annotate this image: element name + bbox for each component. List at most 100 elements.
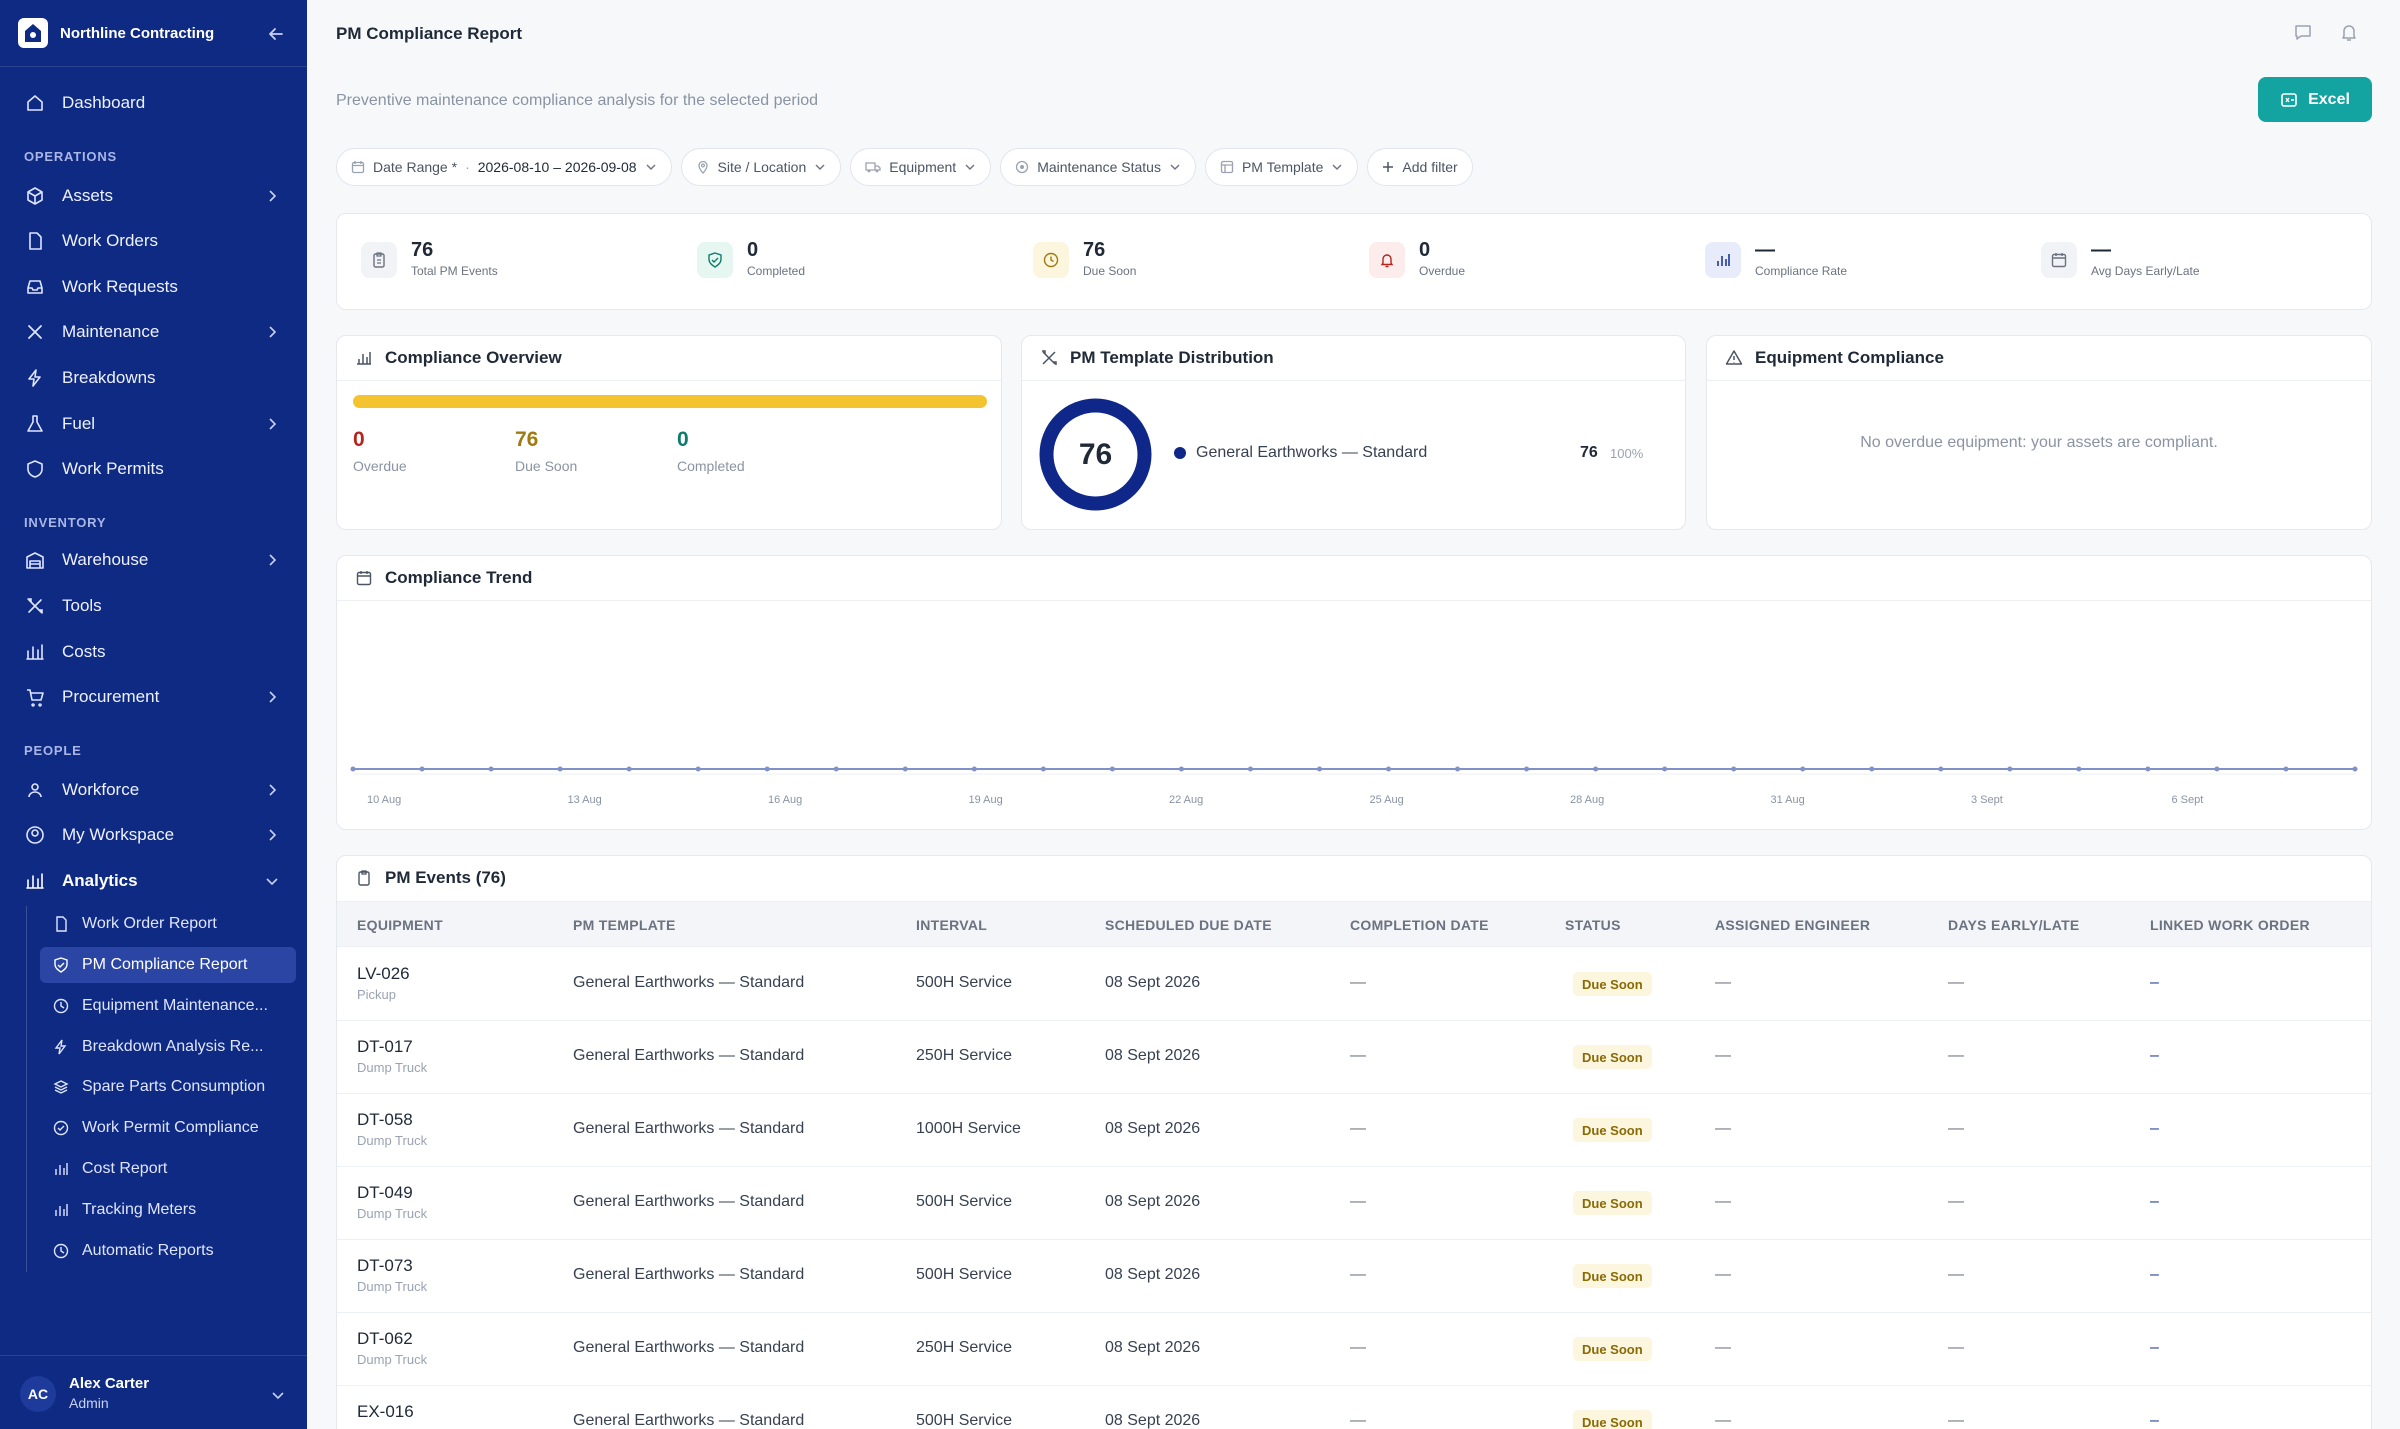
filter-equipment[interactable]: Equipment (850, 148, 992, 186)
column-header[interactable]: LINKED WORK ORDER (2150, 917, 2310, 933)
column-header[interactable]: DAYS EARLY/LATE (1948, 917, 2080, 933)
wo-cell[interactable]: – (2150, 974, 2159, 992)
user-menu[interactable]: AC Alex Carter Admin (0, 1355, 307, 1429)
column-header[interactable]: SCHEDULED DUE DATE (1105, 917, 1272, 933)
trend-point (971, 766, 977, 772)
wo-cell[interactable]: – (2150, 1193, 2159, 1211)
bolt-icon (24, 367, 46, 389)
wo-cell[interactable]: – (2150, 1266, 2159, 1284)
sub-tracking-meters[interactable]: Tracking Meters (40, 1192, 296, 1228)
nav-maintenance[interactable]: Maintenance (24, 314, 282, 350)
export-excel-button[interactable]: Excel (2258, 77, 2372, 122)
trend-point (1800, 766, 1806, 772)
column-header[interactable]: INTERVAL (916, 917, 987, 933)
filter-pm-template[interactable]: PM Template (1204, 148, 1359, 186)
wo-cell[interactable]: – (2150, 1412, 2159, 1429)
filter-site-location[interactable]: Site / Location (680, 148, 842, 186)
trend-point (1109, 766, 1115, 772)
filter-date-range[interactable]: Date Range * · 2026-08-10 – 2026-09-08 (336, 148, 672, 186)
nav-workforce[interactable]: Workforce (24, 772, 282, 808)
trend-point (1247, 766, 1253, 772)
sub-pm-compliance-report[interactable]: PM Compliance Report (40, 947, 296, 983)
stat-compliance-rate: — Compliance Rate (1705, 238, 1847, 278)
bar-chart-icon (24, 641, 46, 663)
trend-point (695, 766, 701, 772)
sub-work-permit-compliance[interactable]: Work Permit Compliance (40, 1110, 296, 1146)
days-cell: — (1948, 974, 1964, 991)
overview-label: Overdue (353, 458, 407, 474)
sub-label: Breakdown Analysis Re... (82, 1038, 264, 1055)
nav-dashboard[interactable]: Dashboard (24, 85, 282, 121)
nav-analytics[interactable]: Analytics (24, 863, 282, 899)
card-title-text: PM Events (76) (385, 868, 506, 887)
sub-breakdown-analysis[interactable]: Breakdown Analysis Re... (40, 1029, 296, 1065)
trend-chart (350, 766, 2358, 775)
table-row[interactable]: DT-058 Dump Truck General Earthworks — Sta… (337, 1094, 2371, 1167)
stats-card: 76 Total PM Events 0 Completed 76 Due Soon … (336, 213, 2372, 310)
add-filter-button[interactable]: Add filter (1367, 148, 1473, 186)
column-header[interactable]: ASSIGNED ENGINEER (1715, 917, 1870, 933)
status-badge: Due Soon (1573, 1118, 1652, 1142)
table-row[interactable]: DT-062 Dump Truck General Earthworks — Sta… (337, 1313, 2371, 1386)
bell-icon[interactable] (2337, 20, 2361, 44)
chevron-right-icon (262, 780, 282, 800)
table-row[interactable]: EX-016 General Earthworks — Standard 500H … (337, 1386, 2371, 1429)
completion-cell: — (1350, 1193, 1366, 1210)
chevron-right-icon (262, 322, 282, 342)
nav-assets[interactable]: Assets (24, 178, 282, 214)
collapse-sidebar-icon[interactable] (264, 22, 288, 46)
sub-automatic-reports[interactable]: Automatic Reports (40, 1233, 296, 1269)
nav-fuel[interactable]: Fuel (24, 406, 282, 442)
sub-cost-report[interactable]: Cost Report (40, 1151, 296, 1187)
sub-spare-parts[interactable]: Spare Parts Consumption (40, 1069, 296, 1105)
table-row[interactable]: LV-026 Pickup General Earthworks — Standar… (337, 948, 2371, 1021)
user-role: Admin (69, 1395, 109, 1411)
table-row[interactable]: DT-017 Dump Truck General Earthworks — Sta… (337, 1021, 2371, 1094)
days-cell: — (1948, 1120, 1964, 1137)
filter-maintenance-status[interactable]: Maintenance Status (1000, 148, 1196, 186)
stat-label: Due Soon (1083, 264, 1137, 278)
column-header[interactable]: EQUIPMENT (357, 917, 443, 933)
days-cell: — (1948, 1412, 1964, 1429)
nav-costs[interactable]: Costs (24, 634, 282, 670)
nav-breakdowns[interactable]: Breakdowns (24, 360, 282, 396)
sidebar: Northline Contracting Dashboard OPERATIO… (0, 0, 307, 1429)
nav-label: My Workspace (62, 825, 175, 844)
chevron-right-icon (262, 825, 282, 845)
due-cell: 08 Sept 2026 (1105, 1120, 1201, 1137)
overview-overdue: 0 Overdue (353, 428, 407, 474)
nav-work-requests[interactable]: Work Requests (24, 269, 282, 305)
x-tick-label: 19 Aug (968, 794, 1003, 806)
legend-count: 76 (1580, 444, 1598, 461)
chat-icon[interactable] (2291, 20, 2315, 44)
trend-point (2283, 766, 2289, 772)
document-icon (24, 230, 46, 252)
nav-work-orders[interactable]: Work Orders (24, 223, 282, 259)
column-header[interactable]: COMPLETION DATE (1350, 917, 1489, 933)
wo-cell[interactable]: – (2150, 1339, 2159, 1357)
column-header[interactable]: STATUS (1565, 917, 1621, 933)
trend-point (1455, 766, 1461, 772)
brand: Northline Contracting (18, 18, 288, 48)
due-cell: 08 Sept 2026 (1105, 1412, 1201, 1429)
nav-my-workspace[interactable]: My Workspace (24, 817, 282, 853)
completion-cell: — (1350, 1412, 1366, 1429)
card-title: PM Events (76) (355, 868, 506, 888)
trend-point (1178, 766, 1184, 772)
wo-cell[interactable]: – (2150, 1047, 2159, 1065)
sub-work-order-report[interactable]: Work Order Report (40, 906, 296, 942)
table-row[interactable]: DT-049 Dump Truck General Earthworks — Sta… (337, 1167, 2371, 1240)
section-operations: OPERATIONS (24, 149, 117, 164)
interval-cell: 500H Service (916, 1412, 1013, 1429)
tools-icon (1042, 350, 1057, 365)
nav-warehouse[interactable]: Warehouse (24, 542, 282, 578)
sub-label: Work Order Report (82, 915, 217, 932)
nav-tools[interactable]: Tools (24, 588, 282, 624)
nav-procurement[interactable]: Procurement (24, 679, 282, 715)
nav-work-permits[interactable]: Work Permits (24, 451, 282, 487)
table-row[interactable]: DT-073 Dump Truck General Earthworks — Sta… (337, 1240, 2371, 1313)
completion-cell: — (1350, 1047, 1366, 1064)
wo-cell[interactable]: – (2150, 1120, 2159, 1138)
column-header[interactable]: PM TEMPLATE (573, 917, 676, 933)
sub-equipment-maintenance[interactable]: Equipment Maintenance... (40, 988, 296, 1024)
